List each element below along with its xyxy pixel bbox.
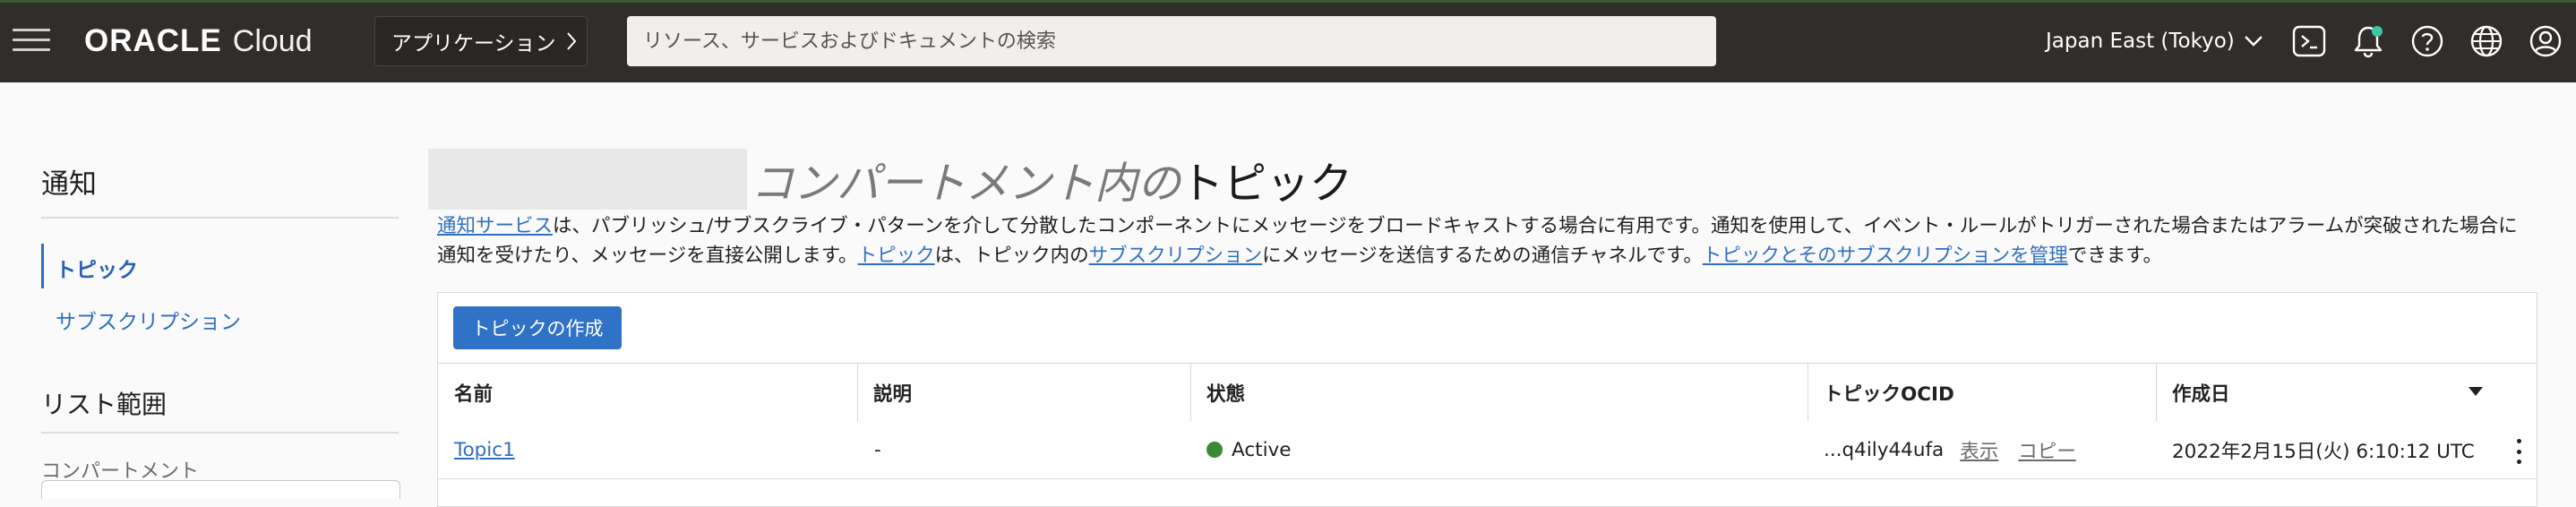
- topic-created-cell: 2022年2月15日(火) 6:10:12 UTC: [2172, 440, 2475, 463]
- page-title-compartment: コンパートメント内の: [751, 159, 1181, 209]
- column-header-description[interactable]: 説明: [857, 364, 912, 422]
- topic-ocid-value: ...q4ily44ufa: [1824, 438, 1945, 461]
- top-navigation-bar: ORACLE Cloud アプリケーション Japan East (Tokyo): [0, 0, 2576, 82]
- column-header-state[interactable]: 状態: [1190, 364, 1245, 422]
- region-selector[interactable]: Japan East (Tokyo): [2046, 23, 2263, 59]
- search-input[interactable]: [641, 29, 1716, 54]
- applications-button-label: アプリケーション: [391, 32, 556, 56]
- ocid-copy-link[interactable]: コピー: [2018, 436, 2076, 464]
- topic-ocid-cell: ...q4ily44ufa 表示 コピー: [1824, 421, 2076, 478]
- compartment-select[interactable]: [41, 480, 400, 499]
- description-text-2: は、トピック内の: [934, 245, 1089, 267]
- chevron-right-icon: [566, 32, 576, 50]
- column-header-created[interactable]: 作成日: [2156, 364, 2230, 422]
- search-bar[interactable]: [627, 16, 1716, 66]
- topic-name-link[interactable]: Topic1: [454, 439, 515, 461]
- header-accent-line: [0, 0, 2576, 3]
- globe-icon[interactable]: [2469, 23, 2504, 59]
- column-header-name[interactable]: 名前: [438, 364, 493, 422]
- page-title-topics: トピック: [1181, 159, 1353, 209]
- region-label: Japan East (Tokyo): [2046, 30, 2235, 53]
- scope-divider: [41, 432, 399, 434]
- help-icon[interactable]: [2409, 23, 2445, 59]
- page-title: コンパートメント内の トピック: [751, 149, 1352, 210]
- list-scope-title: リスト範囲: [41, 390, 167, 419]
- table-header: 名前 説明 状態 トピックOCID 作成日: [438, 363, 2537, 423]
- sidebar-active-indicator: [41, 244, 44, 288]
- cloud-shell-icon[interactable]: [2291, 23, 2327, 59]
- notifications-service-link[interactable]: 通知サービス: [437, 215, 553, 237]
- ocid-show-link[interactable]: 表示: [1960, 436, 1998, 464]
- logo-product: Cloud: [232, 23, 313, 58]
- description-text-4: できます。: [2067, 245, 2163, 267]
- sidebar-item-subscriptions[interactable]: サブスクリプション: [56, 305, 241, 335]
- manage-topics-link[interactable]: トピックとそのサブスクリプションを管理: [1703, 245, 2068, 267]
- create-topic-button[interactable]: トピックの作成: [453, 306, 622, 349]
- topic-state-label: Active: [1232, 438, 1292, 461]
- subscription-link[interactable]: サブスクリプション: [1089, 245, 1263, 267]
- menu-icon[interactable]: [13, 27, 50, 54]
- active-status-icon: [1206, 442, 1223, 458]
- oracle-cloud-logo[interactable]: ORACLE Cloud: [84, 21, 313, 61]
- topic-state-cell: Active: [1206, 421, 1292, 478]
- page-description: 通知サービスは、パブリッシュ/サブスクライブ・パターンを介して分散したコンポーネ…: [437, 211, 2533, 271]
- bell-icon[interactable]: [2350, 23, 2386, 59]
- logo-brand: ORACLE: [84, 23, 222, 58]
- user-icon[interactable]: [2528, 23, 2563, 59]
- applications-button[interactable]: アプリケーション: [374, 16, 588, 66]
- topic-link[interactable]: トピック: [858, 245, 935, 267]
- compartment-name-redacted: [428, 149, 747, 210]
- chevron-down-icon: [2244, 36, 2263, 47]
- sidebar-divider: [41, 217, 399, 219]
- sidebar-item-topics[interactable]: トピック: [56, 253, 138, 283]
- topic-description-cell: -: [874, 438, 881, 461]
- description-text-3: にメッセージを送信するための通信チャネルです。: [1262, 245, 1703, 267]
- topic-name-cell: Topic1: [454, 421, 515, 478]
- sidebar-title: 通知: [41, 168, 97, 201]
- column-header-ocid[interactable]: トピックOCID: [1807, 364, 1954, 422]
- sort-descending-icon[interactable]: [2469, 387, 2483, 396]
- row-actions-menu-icon[interactable]: [2513, 439, 2524, 464]
